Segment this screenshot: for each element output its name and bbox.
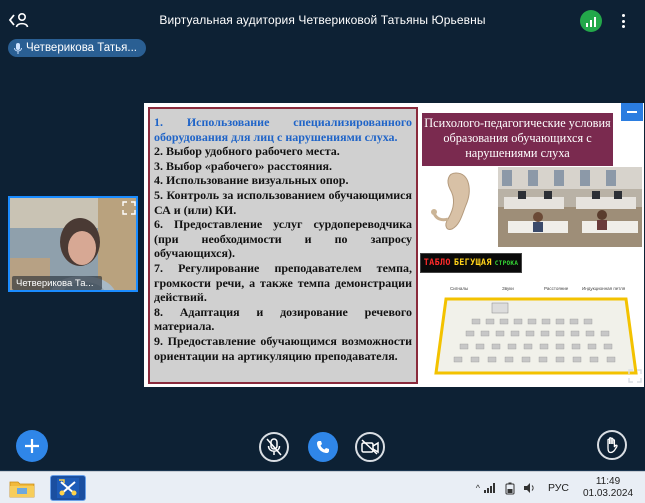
more-options-button[interactable] xyxy=(616,10,630,32)
show-hidden-icons-icon[interactable]: ^ xyxy=(476,483,480,493)
input-language-indicator[interactable]: РУС xyxy=(548,482,569,494)
led-word: БЕГУЩАЯ xyxy=(453,258,492,268)
participant-name-bar: Четверикова Та... xyxy=(12,276,102,290)
minimize-slide-button[interactable] xyxy=(621,103,643,121)
connection-quality-button[interactable] xyxy=(580,10,602,32)
list-item: 2. Выбор удобного рабочего места. xyxy=(154,144,340,159)
volume-icon[interactable] xyxy=(523,481,537,495)
camera-off-icon xyxy=(361,439,379,455)
speaker-name: Четверикова Татья... xyxy=(26,42,137,54)
classroom-plan-diagram: Сигналы Звуки Расстояние Индукционная пе… xyxy=(432,281,640,379)
participant-name: Четверикова Та... xyxy=(16,277,94,289)
list-item: 5. Контроль за использованием обучающими… xyxy=(154,187,412,217)
network-signal-icon[interactable] xyxy=(483,481,497,495)
expand-video-icon[interactable] xyxy=(122,201,136,215)
clock-date: 01.03.2024 xyxy=(582,488,634,499)
folder-icon xyxy=(9,481,35,498)
participant-video[interactable]: Четверикова Та... xyxy=(8,196,138,292)
list-item: 8. Адаптация и дозирование речевого мате… xyxy=(154,304,412,334)
plan-label: Индукционная петля xyxy=(582,286,626,291)
battery-icon[interactable] xyxy=(503,481,517,495)
hearing-aid-image xyxy=(431,172,470,230)
slide-heading: Психолого-педагогические условия образов… xyxy=(422,113,613,166)
clock-time: 11:49 xyxy=(595,476,621,487)
raise-hand-button[interactable] xyxy=(597,430,627,460)
top-bar: Виртуальная аудитория Четвериковой Татья… xyxy=(0,0,645,40)
expand-slide-icon[interactable] xyxy=(628,369,642,383)
list-item: 4. Использование визуальных опор. xyxy=(154,173,349,188)
plan-label: Сигналы xyxy=(450,286,468,291)
plan-label: Звуки xyxy=(502,286,514,291)
add-button[interactable] xyxy=(16,430,48,462)
conference-app-button[interactable] xyxy=(50,475,86,501)
active-speaker-chip[interactable]: Четверикова Татья... xyxy=(8,39,146,57)
phone-icon xyxy=(317,441,329,453)
camera-toggle-button[interactable] xyxy=(355,432,385,462)
list-item: 9. Предоставление обучающимся возможност… xyxy=(154,333,412,363)
list-item: 7. Регулирование преподавателем темпа, г… xyxy=(154,260,412,305)
plus-icon xyxy=(25,439,39,453)
led-word: СТРОКА xyxy=(494,259,519,267)
conference-window: Виртуальная аудитория Четвериковой Татья… xyxy=(0,0,645,471)
system-tray: ^ РУС 11:49 01.03.2024 xyxy=(476,472,645,503)
classroom-photo xyxy=(498,167,642,247)
list-item: 3. Выбор «рабочего» расстояния. xyxy=(154,158,332,173)
call-button[interactable] xyxy=(308,432,338,462)
more-vertical-icon xyxy=(621,14,625,17)
led-word: ТАБЛО xyxy=(423,258,451,268)
clock[interactable]: 11:49 01.03.2024 xyxy=(577,476,639,500)
list-item: 1. Использование специализированного обо… xyxy=(154,115,412,144)
file-explorer-button[interactable] xyxy=(5,475,39,501)
taskbar: ^ РУС 11:49 01.03.2024 xyxy=(0,471,645,503)
running-line-board-image: ТАБЛО БЕГУЩАЯ СТРОКА xyxy=(420,253,522,273)
list-item: 6. Предоставление услуг сурдопереводчика… xyxy=(154,217,412,261)
raise-hand-icon xyxy=(607,437,618,454)
plan-label: Расстояние xyxy=(544,286,569,291)
mic-off-icon xyxy=(266,438,282,456)
tools-icon xyxy=(57,478,79,498)
shared-slide: 1. Использование специализированного обо… xyxy=(144,103,644,387)
signal-bars-icon xyxy=(586,17,596,27)
conference-title: Виртуальная аудитория Четвериковой Татья… xyxy=(159,13,486,27)
mic-icon xyxy=(14,42,22,54)
conditions-list: 1. Использование специализированного обо… xyxy=(148,107,418,384)
microphone-toggle-button[interactable] xyxy=(259,432,289,462)
